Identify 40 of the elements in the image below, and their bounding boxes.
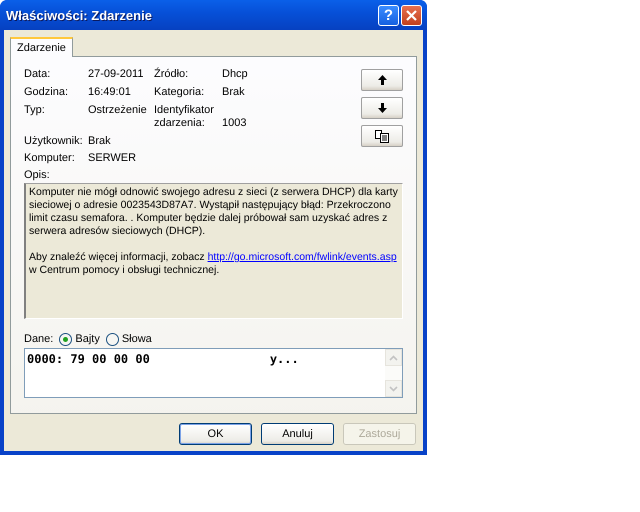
field-label: Godzina:	[24, 86, 70, 99]
field-label: Identyfikator zdarzenia:	[154, 104, 215, 130]
next-button[interactable]	[361, 97, 403, 119]
field-value: 1003	[222, 117, 248, 130]
scroll-up-icon	[389, 354, 398, 360]
scroll-down-icon	[389, 386, 398, 392]
field-value: 16:49:01	[88, 86, 132, 99]
description-paragraph: Aby znaleźć więcej informacji, zobacz http://go.microsoft.com/fwlink/events.asp w Centrum pomocy i obsługi technicznej.	[29, 251, 398, 277]
field-value: 27-09-2011	[88, 68, 144, 81]
tab[interactable]: Zdarzenie	[10, 37, 73, 57]
field-value: Ostrzeżenie	[88, 104, 148, 117]
field-value: SERWER	[88, 152, 138, 165]
field-value: Dhcp	[222, 68, 249, 81]
window-title: Właściwości: Zdarzenie	[6, 8, 152, 22]
ascii-text: y...	[270, 352, 299, 368]
field-label: Komputer:	[24, 152, 76, 165]
field-value: Brak	[222, 86, 246, 99]
close-icon	[405, 8, 418, 22]
description-label: Opis:	[24, 169, 51, 182]
arrow-down-icon	[378, 103, 386, 113]
field-label: Typ:	[24, 104, 46, 117]
description-paragraph: Komputer nie mógł odnowić swojego adresu z sieci (z serwera DHCP) dla karty sieciowej o adresie 0023543D87A7. Wystąpił następujący błąd: Przekroczono limit czasu semafora. . Komputer będzie dalej próbował sam uzyskać adres z serwera adresów sieciowych (DHCP).	[29, 186, 399, 238]
field-label: Kategoria:	[154, 86, 206, 99]
help-button[interactable]: ?	[378, 4, 399, 26]
hex-bytes: 0000: 79 00 00 00	[27, 352, 150, 368]
radio-option[interactable]: Bajty	[59, 332, 100, 346]
field-label: Użytkownik:	[24, 135, 84, 148]
help-link[interactable]: http://go.microsoft.com/fwlink/events.asp	[208, 251, 397, 263]
close-button[interactable]	[401, 4, 422, 26]
field-value: Brak	[88, 135, 112, 148]
data-label: Dane:	[24, 332, 54, 346]
previous-button[interactable]	[361, 69, 403, 91]
arrow-up-icon	[378, 75, 386, 85]
copy-icon	[375, 130, 389, 142]
field-label: Źródło:	[154, 68, 190, 81]
field-label: Data:	[24, 68, 52, 81]
dialog-button[interactable]: OK	[179, 423, 252, 445]
copy-button[interactable]	[361, 125, 403, 147]
radio-option[interactable]: Słowa	[106, 332, 152, 346]
dialog-button[interactable]: Anuluj	[261, 423, 334, 445]
